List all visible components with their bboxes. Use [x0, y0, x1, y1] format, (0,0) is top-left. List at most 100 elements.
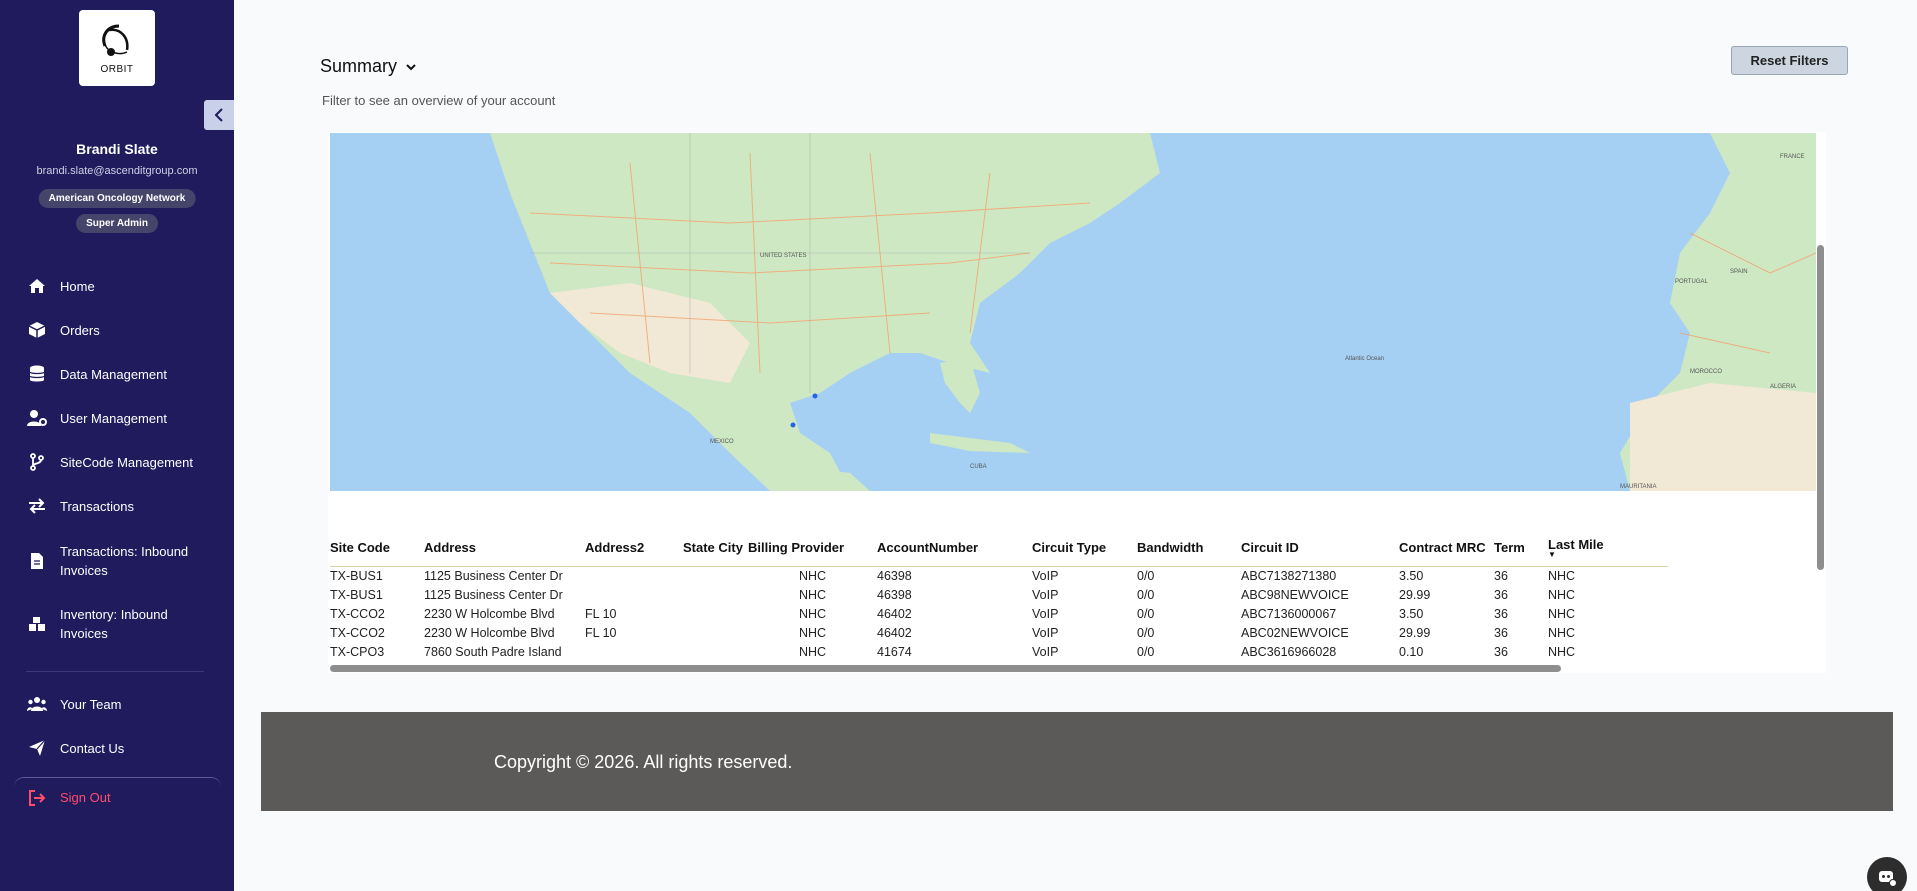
- sidebar: ORBIT Brandi Slate brandi.slate@ascendit…: [0, 0, 234, 891]
- sidebar-item-inventory-inbound-invoices[interactable]: Inventory: Inbound Invoices: [26, 605, 206, 643]
- column-header-billing-provider[interactable]: Billing Provider: [748, 537, 877, 567]
- column-header-account-number[interactable]: AccountNumber: [877, 537, 1032, 567]
- table-cell: ABC3616966028: [1241, 645, 1337, 659]
- table-row[interactable]: TX-CCO2 2230 W Holcombe Blvd FL 10 NHC 4640…: [330, 624, 1668, 643]
- column-header-state[interactable]: State: [683, 540, 715, 555]
- sidebar-item-label: Orders: [60, 322, 100, 338]
- table-cell: FL 10: [585, 626, 617, 640]
- home-icon: [26, 275, 48, 297]
- table-cell: 3.50: [1399, 569, 1424, 583]
- logo-text: ORBIT: [100, 63, 134, 75]
- table-cell: 36: [1494, 626, 1508, 640]
- sidebar-item-data-management[interactable]: Data Management: [26, 363, 167, 385]
- column-header-term[interactable]: Term: [1494, 537, 1548, 567]
- horizontal-scrollbar-thumb[interactable]: [330, 665, 1561, 672]
- sidebar-item-user-management[interactable]: User Management: [26, 407, 167, 429]
- reset-filters-button[interactable]: Reset Filters: [1731, 46, 1848, 75]
- sign-out-label: Sign Out: [60, 790, 111, 805]
- table-cell: NHC: [1548, 645, 1576, 659]
- table-cell: NHC: [1548, 607, 1576, 621]
- copyright-text: Copyright © 2026. All rights reserved.: [494, 752, 793, 772]
- map-label: MAURITANIA: [1620, 484, 1657, 490]
- circuits-table: Site Code Address Address2 State City Bi…: [330, 537, 1668, 662]
- file-icon: [26, 550, 48, 572]
- table-cell: 36: [1494, 607, 1508, 621]
- table-cell: NHC: [798, 607, 827, 621]
- footer: Copyright © 2026. All rights reserved.: [261, 712, 1893, 811]
- table-cell: 1125 Business Center Dr: [424, 569, 563, 583]
- column-header-last-mile-label: Last Mile: [1548, 537, 1604, 552]
- table-cell: VoIP: [1032, 645, 1059, 659]
- column-header-bandwidth[interactable]: Bandwidth: [1137, 537, 1241, 567]
- table-cell: TX-CPO3: [330, 645, 385, 659]
- column-header-last-mile[interactable]: Last Mile ▼: [1548, 537, 1668, 567]
- sort-down-icon[interactable]: ▼: [1548, 551, 1668, 559]
- table-cell: 41674: [877, 645, 912, 659]
- column-header-address[interactable]: Address: [424, 537, 585, 567]
- sidebar-item-label: SiteCode Management: [60, 454, 193, 470]
- table-cell: 7860 South Padre Island: [424, 645, 562, 659]
- chevron-left-icon: [214, 108, 223, 122]
- map-label: SPAIN: [1730, 269, 1748, 275]
- page-title: Summary: [320, 56, 398, 76]
- column-header-address2[interactable]: Address2: [585, 537, 683, 567]
- table-header-row: Site Code Address Address2 State City Bi…: [330, 537, 1668, 567]
- table-cell: NHC: [1548, 588, 1576, 602]
- map-label: PORTUGAL: [1675, 279, 1709, 285]
- table-row[interactable]: TX-BUS1 1125 Business Center Dr NHC 46398 V…: [330, 586, 1668, 605]
- chat-support-button[interactable]: [1867, 857, 1907, 891]
- collapse-sidebar-button[interactable]: [204, 100, 234, 130]
- orbit-logo-icon: [102, 24, 129, 56]
- map-label: MOROCCO: [1690, 369, 1722, 375]
- column-header-circuit-type[interactable]: Circuit Type: [1032, 537, 1137, 567]
- table-cell: 36: [1494, 645, 1508, 659]
- table-row[interactable]: TX-CPO3 7860 South Padre Island NHC 41674 V…: [330, 643, 1668, 662]
- table-cell: NHC: [1548, 569, 1576, 583]
- sidebar-item-transactions[interactable]: Transactions: [26, 495, 134, 517]
- table-cell: [683, 605, 748, 624]
- chevron-down-icon: [406, 63, 416, 70]
- table-cell: ABC02NEWVOICE: [1241, 626, 1349, 640]
- summary-dropdown[interactable]: Summary: [320, 56, 417, 77]
- table-cell: 46398: [877, 588, 912, 602]
- summary-panel: UNITED STATES MEXICO CUBA ALGERIA MOROCC…: [328, 132, 1826, 673]
- sidebar-item-sitecode-management[interactable]: SiteCode Management: [26, 451, 193, 473]
- sidebar-item-home[interactable]: Home: [26, 275, 95, 297]
- table-cell: TX-CCO2: [330, 626, 385, 640]
- column-header-contract-mrc[interactable]: Contract MRC: [1399, 537, 1494, 567]
- table-cell: TX-BUS1: [330, 569, 383, 583]
- sidebar-item-orders[interactable]: Orders: [26, 319, 100, 341]
- table-cell: 0/0: [1137, 569, 1155, 583]
- sidebar-item-label: Transactions: [60, 498, 134, 514]
- table-cell: TX-BUS1: [330, 588, 383, 602]
- table-cell: [585, 586, 683, 605]
- map-canvas: UNITED STATES MEXICO CUBA ALGERIA MOROCC…: [330, 133, 1816, 491]
- sidebar-item-transactions-inbound-invoices[interactable]: Transactions: Inbound Invoices: [26, 542, 206, 580]
- table-cell: 0/0: [1137, 588, 1155, 602]
- column-header-site-code[interactable]: Site Code: [330, 537, 424, 567]
- orbit-logo[interactable]: ORBIT: [79, 10, 155, 86]
- table-cell: 2230 W Holcombe Blvd: [424, 607, 555, 621]
- boxes-icon: [26, 613, 48, 635]
- chat-bot-icon: [1879, 871, 1897, 887]
- table-row[interactable]: TX-CCO2 2230 W Holcombe Blvd FL 10 NHC 4640…: [330, 605, 1668, 624]
- table-cell: VoIP: [1032, 569, 1059, 583]
- table-cell: 46402: [877, 626, 912, 640]
- sidebar-item-contact-us[interactable]: Contact Us: [26, 737, 124, 759]
- circuits-table-wrapper: Site Code Address Address2 State City Bi…: [330, 537, 1826, 662]
- column-header-state-city[interactable]: State City: [683, 537, 748, 567]
- role-badge: Super Admin: [76, 214, 158, 233]
- vertical-scrollbar-thumb[interactable]: [1817, 245, 1824, 570]
- map-label: ALGERIA: [1770, 384, 1796, 390]
- table-cell: 46398: [877, 569, 912, 583]
- sign-out-button[interactable]: Sign Out: [14, 777, 221, 817]
- table-cell: 29.99: [1399, 588, 1431, 602]
- sidebar-item-your-team[interactable]: Your Team: [26, 693, 121, 715]
- team-icon: [26, 693, 48, 715]
- map-view[interactable]: UNITED STATES MEXICO CUBA ALGERIA MOROCC…: [330, 133, 1816, 491]
- table-body: TX-BUS1 1125 Business Center Dr NHC 46398 V…: [330, 567, 1668, 663]
- column-header-city[interactable]: City: [718, 540, 743, 555]
- column-header-circuit-id[interactable]: Circuit ID: [1241, 537, 1399, 567]
- database-icon: [26, 363, 48, 385]
- table-row[interactable]: TX-BUS1 1125 Business Center Dr NHC 46398 V…: [330, 567, 1668, 587]
